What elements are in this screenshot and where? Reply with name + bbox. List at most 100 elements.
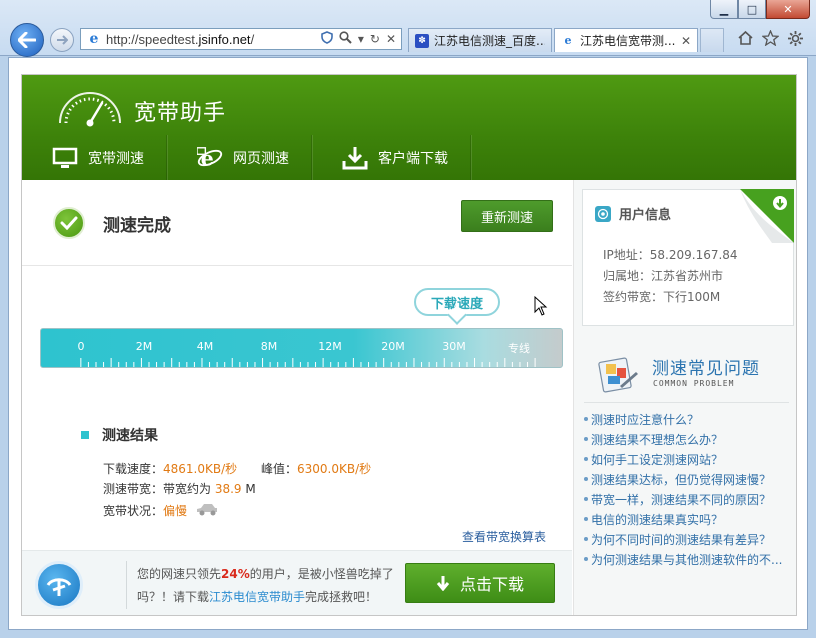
nav-label: 网页测速	[233, 150, 289, 167]
bandwidth-unit: M	[241, 482, 256, 496]
window-controls: ▁ □ ✕	[710, 0, 810, 19]
shield-icon[interactable]	[321, 31, 333, 47]
bullet-icon	[584, 497, 588, 501]
retest-button[interactable]: 重新测速	[461, 200, 553, 232]
home-icon[interactable]	[737, 30, 754, 52]
gear-icon[interactable]	[787, 30, 804, 52]
gauge-label: 0	[77, 340, 85, 353]
baidu-paw-icon: ✽	[415, 33, 429, 48]
arrow-left-icon	[18, 32, 36, 48]
download-value: 4861.0KB/秒	[163, 462, 238, 476]
faq-item[interactable]: 测速结果达标，但仍觉得网速慢？	[584, 469, 796, 489]
browser-chrome: ▁ □ ✕ e http://speedtest.jsinfo.net/ ▾ ↻…	[0, 0, 816, 57]
faq-item[interactable]: 如何手工设定测速网站？	[584, 449, 796, 469]
result-title-text: 测速结果	[102, 428, 158, 444]
gauge-ticks	[80, 358, 536, 367]
promo-divider	[126, 561, 127, 609]
state-label: 宽带状况：	[103, 504, 164, 518]
promo-percent: 24%	[221, 567, 250, 581]
stop-icon[interactable]: ✕	[386, 32, 396, 46]
user-info-title: 用户信息	[619, 208, 672, 223]
new-tab-button[interactable]	[700, 28, 724, 52]
arrow-right-icon	[57, 35, 68, 45]
helper-app-logo-icon	[35, 561, 83, 609]
close-window-button[interactable]: ✕	[766, 0, 810, 19]
faq-title: 测速常见问题	[652, 359, 760, 379]
svg-text:e: e	[201, 146, 214, 170]
speedtest-app: 宽带助手 宽带测速 e 网页测速 客户端下载 测速完成 重新测速 下载速度 0 …	[21, 74, 797, 616]
bullet-icon	[584, 437, 588, 441]
gauge-label: 4M	[196, 340, 214, 353]
bandwidth-value: 38.9	[214, 482, 242, 496]
car-icon	[196, 504, 217, 516]
faq-item-text: 为何测速结果与其他测速软件的不...	[591, 552, 783, 567]
faq-item[interactable]: 带宽一样，测速结果不同的原因？	[584, 489, 796, 509]
faq-item[interactable]: 为何不同时间的测速结果有差异？	[584, 529, 796, 549]
faq-notebook-icon	[598, 357, 638, 393]
bullet-icon	[584, 457, 588, 461]
gauge-label: 专线	[508, 342, 530, 355]
user-info-header: 用户信息	[595, 204, 671, 223]
maximize-button[interactable]: □	[738, 0, 766, 19]
gauge-labels: 0 2M 4M 8M 12M 20M 30M 专线	[41, 340, 562, 355]
app-nav: 宽带测速 e 网页测速 客户端下载	[22, 135, 471, 180]
gauge-label: 30M	[442, 340, 466, 353]
brand-title: 宽带助手	[134, 101, 227, 126]
gauge-label: 12M	[318, 340, 342, 353]
refresh-icon[interactable]: ↻	[370, 32, 380, 46]
page-viewport: 宽带助手 宽带测速 e 网页测速 客户端下载 测速完成 重新测速 下载速度 0 …	[8, 57, 808, 630]
favorites-star-icon[interactable]	[761, 29, 780, 52]
download-tray-icon	[342, 146, 368, 170]
faq-item[interactable]: 测速结果不理想怎么办？	[584, 429, 796, 449]
tab-close-icon[interactable]: ✕	[681, 34, 691, 48]
faq-subtitle: COMMON PROBLEM	[653, 379, 735, 388]
tab-baidu[interactable]: ✽ 江苏电信测速_百度...	[408, 28, 552, 52]
mouse-cursor-icon	[534, 296, 548, 316]
back-button[interactable]	[10, 23, 44, 57]
nav-webpage-test[interactable]: e 网页测速	[167, 135, 312, 180]
faq-item[interactable]: 为何测速结果与其他测速软件的不...	[584, 549, 796, 569]
gauge-label: 2M	[135, 340, 153, 353]
arrow-down-icon	[436, 576, 450, 591]
address-bar[interactable]: e http://speedtest.jsinfo.net/ ▾ ↻ ✕	[80, 28, 402, 50]
promo-banner: 您的网速只领先24%的用户，是被小怪兽吃掉了吗？！请下载江苏电信宽带助手完成拯救…	[22, 550, 572, 615]
gauge-label: 20M	[381, 340, 405, 353]
status-text: 测速完成	[103, 216, 171, 236]
faq-item[interactable]: 测速时应注意什么？	[584, 409, 796, 429]
faq-item-text: 为何不同时间的测速结果有差异？	[591, 532, 772, 547]
ie-icon: e	[89, 31, 99, 47]
promo-app-link[interactable]: 江苏电信宽带助手	[209, 590, 305, 604]
download-label: 下载速度：	[103, 462, 164, 476]
nav-label: 客户端下载	[378, 150, 448, 167]
faq-item[interactable]: 电信的测速结果真实吗？	[584, 509, 796, 529]
nav-client-download[interactable]: 客户端下载	[312, 135, 471, 180]
bullet-icon	[584, 477, 588, 481]
download-button[interactable]: 点击下载	[405, 563, 555, 603]
page-fold-download-icon[interactable]	[740, 189, 794, 243]
bandwidth-line: 测速带宽：带宽约为 38.9 M	[103, 480, 256, 497]
promo-text-c: 完成拯救吧！	[305, 590, 378, 604]
user-location: 归属地：江苏省苏州市	[603, 269, 724, 283]
dropdown-icon[interactable]: ▾	[358, 32, 364, 46]
speed-bubble: 下载速度	[414, 288, 500, 316]
forward-button[interactable]	[50, 28, 74, 52]
faq-divider	[584, 402, 789, 403]
faq-item-text: 电信的测速结果真实吗？	[591, 512, 724, 527]
nav-broadband-test[interactable]: 宽带测速	[22, 135, 167, 180]
url-prefix: http://speedtest.	[106, 31, 199, 47]
nav-label: 宽带测速	[88, 150, 144, 167]
bullet-icon	[584, 517, 588, 521]
bandwidth-conversion-link[interactable]: 查看带宽换算表	[462, 528, 546, 545]
faq-item-text: 测速结果不理想怎么办？	[591, 432, 724, 447]
faq-item-text: 测速时应注意什么？	[591, 412, 700, 427]
minimize-button[interactable]: ▁	[710, 0, 738, 19]
user-info-icon	[595, 205, 611, 222]
peak-value: 6300.0KB/秒	[297, 462, 372, 476]
url-text[interactable]: http://speedtest.jsinfo.net/	[106, 32, 321, 47]
tab-speedtest[interactable]: e 江苏电信宽带测... ✕	[554, 28, 698, 52]
gauge-label: 8M	[260, 340, 278, 353]
search-icon[interactable]	[339, 31, 352, 47]
monitor-icon	[52, 146, 78, 170]
speedometer-logo-icon	[59, 92, 121, 127]
faq-item-text: 如何手工设定测速网站？	[591, 452, 724, 467]
